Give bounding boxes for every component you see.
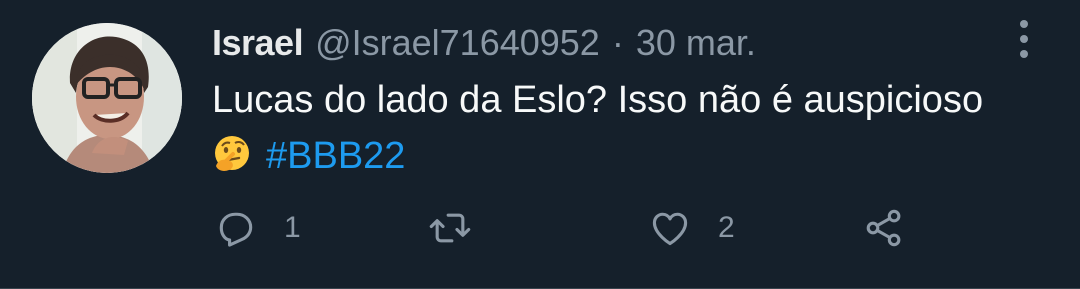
timestamp[interactable]: 30 mar. [636,18,756,68]
reply-icon [219,212,253,247]
retweet-button[interactable] [428,203,498,253]
reply-button[interactable]: 1 [214,203,301,253]
more-vertical-icon[interactable] [1008,20,1040,58]
avatar-photo [32,23,182,173]
thinking-face-icon [215,136,249,171]
avatar[interactable] [32,23,182,173]
tweet-tags-line: #BBB22 [212,128,1042,184]
tweet-text: Lucas do lado da Eslo? Isso não é auspic… [212,72,1042,184]
tweet-actions: 1 2 [214,203,934,253]
more-dot [1020,50,1028,58]
heart-icon [652,212,688,246]
tweet-header: Israel @Israel71640952 · 30 mar. [212,18,756,68]
like-button[interactable]: 2 [648,203,735,253]
reply-count: 1 [284,211,301,244]
more-dot [1020,20,1028,28]
like-count: 2 [718,211,735,244]
share-icon [866,209,901,247]
tweet-body: Lucas do lado da Eslo? Isso não é auspic… [212,79,984,121]
author-name[interactable]: Israel [212,18,304,68]
tweet[interactable]: Israel @Israel71640952 · 30 mar. Lucas d… [0,0,1080,289]
share-button[interactable] [862,203,906,253]
retweet-icon [429,213,471,243]
more-dot [1020,35,1028,43]
hashtag-link[interactable]: #BBB22 [266,135,405,177]
separator-dot: · [611,22,624,63]
author-handle[interactable]: @Israel71640952 [315,18,600,68]
